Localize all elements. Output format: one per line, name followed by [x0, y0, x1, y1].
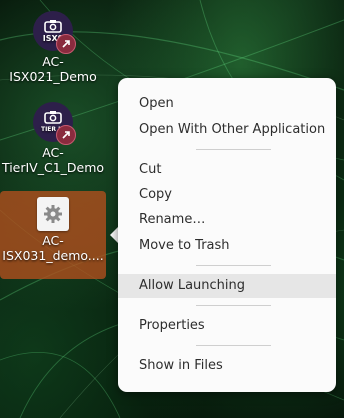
icon-label-line2: ISX031_demo.... — [2, 248, 104, 263]
camera-icon — [44, 20, 62, 33]
app-tile — [37, 197, 69, 231]
menu-item-rename[interactable]: Rename… — [118, 208, 336, 232]
camera-icon — [44, 111, 62, 124]
gear-icon — [44, 205, 62, 223]
link-arrow-icon — [56, 125, 76, 145]
menu-item-open-with[interactable]: Open With Other Application — [118, 118, 336, 142]
link-arrow-icon — [56, 34, 76, 54]
icon-label-line2: TierIV_C1_Demo — [1, 160, 105, 175]
app-tile: ISX0 — [32, 10, 76, 54]
desktop-icon-tieriv[interactable]: TIER IV AC- TierIV_C1_Demo — [0, 101, 106, 175]
icon-label-line1: AC- — [42, 145, 64, 160]
app-tile: TIER IV — [32, 101, 76, 145]
icon-label-line1: AC- — [42, 233, 64, 248]
menu-item-allow-launching[interactable]: Allow Launching — [118, 274, 336, 298]
menu-item-copy[interactable]: Copy — [118, 183, 336, 207]
icon-label-line2: ISX021_Demo — [9, 69, 97, 84]
icon-label-line1: AC- — [42, 54, 64, 69]
menu-separator — [196, 345, 271, 346]
desktop-icon-isx031[interactable]: AC- ISX031_demo.... — [0, 191, 106, 279]
menu-item-properties[interactable]: Properties — [118, 314, 336, 338]
menu-item-cut[interactable]: Cut — [118, 158, 336, 182]
context-menu: Open Open With Other Application Cut Cop… — [118, 78, 336, 392]
menu-separator — [196, 149, 271, 150]
menu-item-show-in-files[interactable]: Show in Files — [118, 354, 336, 378]
menu-separator — [196, 305, 271, 306]
menu-separator — [196, 265, 271, 266]
menu-item-open[interactable]: Open — [118, 92, 336, 116]
desktop-icon-isx021[interactable]: ISX0 AC- ISX021_Demo — [0, 10, 106, 84]
menu-item-move-to-trash[interactable]: Move to Trash — [118, 234, 336, 258]
